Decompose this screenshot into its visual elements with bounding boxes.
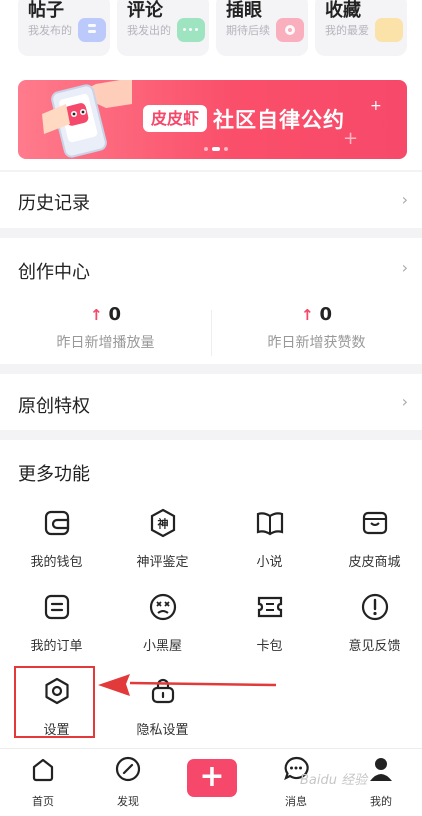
stat-label: 昨日新增获赞数 <box>267 335 366 351</box>
sparkle-icon: + <box>370 98 382 114</box>
novel-item[interactable]: 小说 <box>217 508 322 570</box>
annotation-arrow-icon <box>98 674 276 696</box>
card-title: 收藏 <box>325 0 361 21</box>
card-title: 插眼 <box>226 0 262 21</box>
bottom-tab-bar: 首页 发现 + 消息 我的 Baidu 经验 <box>0 748 422 816</box>
history-title: 历史记录 <box>18 193 90 214</box>
card-pack-item[interactable]: 卡包 <box>217 592 322 654</box>
item-label: 皮皮商城 <box>348 555 401 570</box>
arrow-up-icon: ↑ <box>89 306 103 324</box>
item-label: 小说 <box>256 555 283 570</box>
wallet-item[interactable]: 我的钱包 <box>4 508 109 570</box>
profile-icon <box>370 758 392 781</box>
plus-icon: + <box>199 759 225 794</box>
card-subtitle: 期待后续 <box>226 24 270 37</box>
tab-label: 发现 <box>117 795 139 808</box>
stat-value: 0 <box>319 304 333 325</box>
history-row[interactable]: 历史记录 › <box>0 172 422 228</box>
more-title: 更多功能 <box>18 464 90 485</box>
banner-tag: 皮皮虾 <box>143 105 208 132</box>
tab-label: 我的 <box>370 795 392 808</box>
blackroom-item[interactable]: 小黑屋 <box>110 592 215 654</box>
shop-icon <box>362 511 387 535</box>
tab-home[interactable]: 首页 <box>8 755 78 809</box>
item-label: 意见反馈 <box>348 639 401 654</box>
quick-cards-row: 帖子 我发布的 评论 我发出的 插眼 期待后续 收藏 我的最爱 <box>0 0 422 62</box>
posts-card[interactable]: 帖子 我发布的 <box>18 0 110 56</box>
chevron-right-icon: › <box>401 190 408 209</box>
arrow-up-icon: ↑ <box>300 306 314 324</box>
eye-ring-icon <box>276 18 304 42</box>
stat-plays[interactable]: ↑ 0 昨日新增播放量 <box>0 304 211 352</box>
creation-title[interactable]: 创作中心 <box>18 258 90 284</box>
card-title: 帖子 <box>28 0 64 21</box>
book-icon <box>256 512 283 536</box>
shen-badge-icon: 神 <box>150 508 175 538</box>
chevron-right-icon[interactable]: › <box>402 258 408 277</box>
stat-label: 昨日新增播放量 <box>56 335 155 351</box>
item-label: 小黑屋 <box>142 639 182 654</box>
chevron-right-icon: › <box>401 392 408 411</box>
svg-text:神: 神 <box>157 517 168 531</box>
orders-item[interactable]: 我的订单 <box>4 592 109 654</box>
bookmark-eye-card[interactable]: 插眼 期待后续 <box>216 0 308 56</box>
original-title: 原创特权 <box>18 396 90 417</box>
stat-likes[interactable]: ↑ 0 昨日新增获赞数 <box>211 304 422 352</box>
comments-card[interactable]: 评论 我发出的 <box>117 0 209 56</box>
carousel-dots <box>204 147 228 151</box>
shen-review-item[interactable]: 神 神评鉴定 <box>110 508 215 570</box>
item-label: 卡包 <box>256 639 283 654</box>
posts-icon <box>78 18 106 42</box>
card-icon <box>257 596 282 618</box>
tab-label: 消息 <box>285 795 307 808</box>
phone-hand-icon <box>42 80 132 158</box>
stat-value: 0 <box>108 304 122 325</box>
item-label: 我的订单 <box>30 639 83 654</box>
banner-section: 皮皮虾 社区自律公约 + + <box>0 62 422 170</box>
community-pact-banner[interactable]: 皮皮虾 社区自律公约 + + <box>18 80 407 159</box>
feedback-item[interactable]: 意见反馈 <box>322 592 422 654</box>
creation-center-section: 创作中心 › ↑ 0 昨日新增播放量 ↑ 0 昨日新增获赞数 <box>0 238 422 364</box>
settings-highlight-box <box>14 666 95 738</box>
item-label: 隐私设置 <box>136 723 189 738</box>
order-icon <box>44 594 69 620</box>
banner-title: 社区自律公约 <box>213 108 345 132</box>
wallet-icon <box>44 510 69 536</box>
compass-icon <box>115 756 141 782</box>
shop-item[interactable]: 皮皮商城 <box>322 508 422 570</box>
card-subtitle: 我发出的 <box>127 24 171 37</box>
add-post-button[interactable]: + <box>187 759 237 797</box>
favorites-card[interactable]: 收藏 我的最爱 <box>315 0 407 56</box>
item-label: 神评鉴定 <box>136 555 189 570</box>
star-icon <box>375 18 403 42</box>
card-title: 评论 <box>127 0 163 21</box>
feedback-icon <box>361 593 388 621</box>
blackroom-face-icon <box>149 593 176 621</box>
card-subtitle: 我发布的 <box>28 24 72 37</box>
watermark: Baidu 经验 <box>300 773 368 788</box>
tab-discover[interactable]: 发现 <box>93 755 163 809</box>
tab-label: 首页 <box>32 795 54 808</box>
sparkle-icon: + <box>343 128 359 149</box>
comment-bubble-icon <box>177 18 205 42</box>
item-label: 我的钱包 <box>30 555 83 570</box>
original-privilege-row[interactable]: 原创特权 › <box>0 374 422 430</box>
card-subtitle: 我的最爱 <box>325 24 369 37</box>
home-icon <box>32 758 54 782</box>
